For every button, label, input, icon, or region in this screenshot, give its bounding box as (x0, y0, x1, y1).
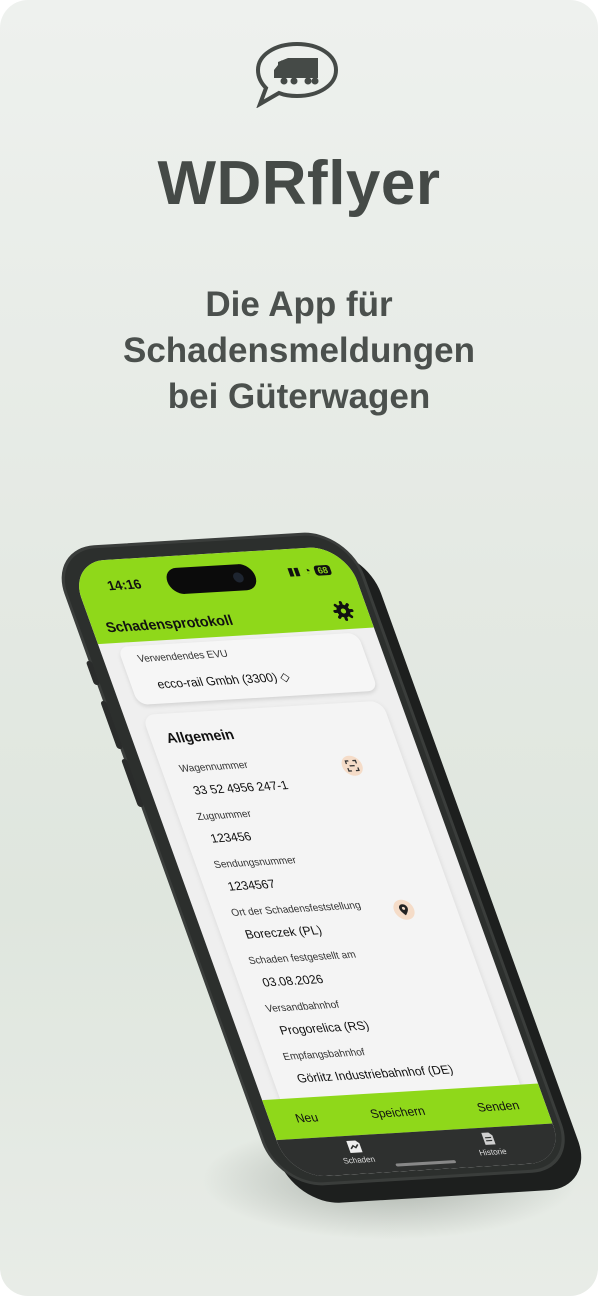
send-button[interactable]: Senden (475, 1098, 521, 1114)
tab-historie[interactable]: Historie (472, 1131, 509, 1158)
tab-label: Historie (477, 1146, 509, 1158)
damage-location-field[interactable]: Boreczek (PL) (243, 923, 324, 942)
tagline-line: Die App für (205, 285, 393, 324)
volume-down-button (120, 758, 145, 808)
tagline-line: Schadensmeldungen (122, 331, 476, 370)
tab-schaden[interactable]: Schaden (336, 1139, 377, 1166)
field-label: Schaden festgestellt am (246, 949, 358, 967)
field-label: Versandbahnhof (264, 999, 342, 1015)
app-name: WDRflyer (157, 149, 441, 218)
phone-frame: 14:16 ▮▮ ◔ 68 Schadensprotokoll Verwende… (48, 530, 579, 1188)
field-label: Empfangsbahnhof (281, 1047, 367, 1063)
new-button[interactable]: Neu (293, 1110, 320, 1125)
tab-label: Schaden (341, 1154, 377, 1166)
tagline: Die App für Schadensmeldungen bei Güterw… (0, 282, 598, 420)
damage-report-icon (346, 1140, 363, 1154)
battery-icon: 68 (312, 564, 333, 576)
damage-date-field[interactable]: 03.08.2026 (260, 972, 325, 990)
action-button (85, 660, 101, 686)
general-section: Allgemein Wagennummer 33 52 4956 247-1 Z… (141, 700, 526, 1116)
shipment-number-field[interactable]: 1234567 (226, 877, 278, 894)
phone-screen: 14:16 ▮▮ ◔ 68 Schadensprotokoll Verwende… (68, 545, 567, 1179)
tagline-line: bei Güterwagen (167, 377, 431, 416)
evu-label: Verwendendes EVU (136, 648, 230, 666)
field-label: Sendungsnummer (212, 855, 299, 871)
promo-card: WDRflyer Die App für Schadensmeldungen b… (0, 0, 598, 1296)
save-button[interactable]: Speichern (368, 1104, 427, 1121)
wifi-icon: ◔ (301, 564, 313, 577)
chat-bubble-truck-icon (255, 41, 339, 108)
field-label: Zugnummer (195, 808, 253, 823)
location-pin-icon[interactable] (390, 899, 418, 921)
evu-value: ecco-rail Gmbh (3300) ◇ (154, 669, 292, 692)
phone-mockup: 14:16 ▮▮ ◔ 68 Schadensprotokoll Verwende… (48, 530, 595, 1206)
history-icon (480, 1132, 496, 1145)
evu-select[interactable]: Verwendendes EVU ecco-rail Gmbh (3300) ◇ (117, 632, 379, 706)
section-title: Allgemein (163, 726, 237, 747)
train-number-field[interactable]: 123456 (208, 829, 253, 845)
field-label: Wagennummer (177, 759, 250, 775)
field-label: Ort der Schadensfeststellung (229, 900, 363, 919)
scan-icon[interactable] (338, 755, 366, 777)
status-time: 14:16 (104, 576, 144, 594)
app-header: 14:16 ▮▮ ◔ 68 Schadensprotokoll (68, 545, 374, 645)
signal-icon: ▮▮ (285, 565, 303, 579)
gear-icon[interactable] (330, 600, 357, 621)
destination-station-field[interactable]: Görlitz Industriebahnhof (DE) (295, 1062, 455, 1085)
wagon-number-field[interactable]: 33 52 4956 247-1 (191, 778, 290, 798)
page-title: Schadensprotokoll (103, 611, 236, 636)
dynamic-island (162, 563, 261, 595)
camera-icon (231, 572, 246, 583)
status-icons: ▮▮ ◔ 68 (285, 563, 333, 579)
volume-up-button (100, 700, 124, 750)
origin-station-field[interactable]: Progorelica (RS) (277, 1018, 371, 1037)
